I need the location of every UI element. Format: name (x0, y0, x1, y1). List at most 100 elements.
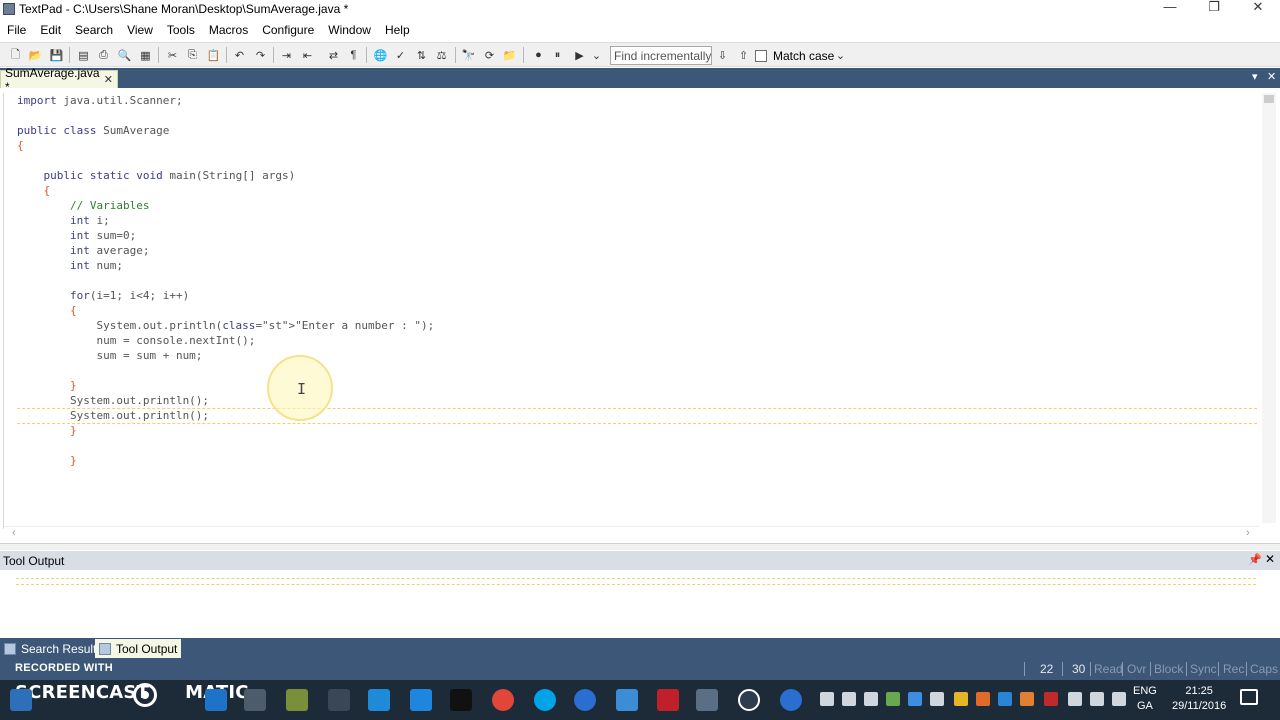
manage-files-icon[interactable]: ▦ (138, 48, 153, 62)
code-line[interactable] (17, 438, 1257, 453)
help-icon[interactable] (574, 689, 596, 711)
menu-configure[interactable]: Configure (255, 23, 321, 37)
compare-icon[interactable]: ⚖ (434, 48, 449, 62)
word-wrap-icon[interactable]: ⇄ (326, 48, 341, 62)
tray-icon[interactable] (842, 692, 856, 706)
code-line[interactable]: int i; (17, 213, 1257, 228)
restore-button[interactable]: ❐ (1192, 0, 1236, 17)
mcafee-icon[interactable] (657, 689, 679, 711)
photos-icon[interactable] (368, 689, 390, 711)
tray-icon[interactable] (930, 692, 944, 706)
print-icon[interactable]: ⎙ (96, 48, 111, 62)
system-clock[interactable]: 21:25 29/11/2016 (1172, 684, 1226, 714)
code-line[interactable]: import java.util.Scanner; (17, 93, 1257, 108)
tray-icon[interactable] (954, 692, 968, 706)
dropbox-icon[interactable] (410, 689, 432, 711)
menu-file[interactable]: File (0, 23, 33, 37)
close-document-icon[interactable]: ✕ (1267, 70, 1276, 83)
chrome-icon[interactable] (492, 689, 514, 711)
menu-window[interactable]: Window (321, 23, 378, 37)
edge-browser-icon[interactable] (205, 689, 227, 711)
indent-icon[interactable]: ⇥ (279, 48, 294, 62)
app-icon[interactable] (286, 689, 308, 711)
code-line[interactable]: { (17, 183, 1257, 198)
app-icon[interactable] (616, 689, 638, 711)
save-icon[interactable]: 💾 (49, 48, 64, 62)
scroll-left-icon[interactable]: ‹ (12, 527, 16, 539)
find-incrementally-input[interactable]: Find incrementally (610, 46, 712, 65)
code-line[interactable]: num = console.nextInt(); (17, 333, 1257, 348)
print-preview-icon[interactable]: 🔍 (117, 48, 132, 62)
code-line[interactable]: sum = sum + num; (17, 348, 1257, 363)
code-line[interactable]: } (17, 423, 1257, 438)
code-editor[interactable]: import java.util.Scanner; public class Su… (0, 89, 1280, 541)
pane-splitter[interactable] (0, 543, 1280, 550)
minimize-button[interactable]: — (1148, 0, 1192, 17)
skype-icon[interactable] (534, 689, 556, 711)
store-icon[interactable] (244, 689, 266, 711)
replace-icon[interactable]: ⟳ (482, 48, 497, 62)
app-icon[interactable] (328, 689, 350, 711)
code-line[interactable]: int average; (17, 243, 1257, 258)
browser-globe-icon[interactable]: 🌐 (373, 48, 388, 62)
close-button[interactable]: ✕ (1236, 0, 1280, 17)
code-line[interactable] (17, 108, 1257, 123)
scroll-right-icon[interactable]: › (1246, 527, 1250, 539)
sort-icon[interactable]: ⇅ (414, 48, 429, 62)
find-previous-up-icon[interactable]: ⇧ (736, 48, 751, 62)
tool-output-pane[interactable] (0, 570, 1280, 638)
code-line[interactable]: } (17, 378, 1257, 393)
code-line[interactable]: } (17, 453, 1257, 468)
record-macro-icon[interactable]: ● (531, 48, 546, 62)
tab-close-icon[interactable]: ✕ (104, 73, 113, 86)
play-macro-icon[interactable]: ▶ (572, 48, 587, 62)
tray-icon[interactable] (864, 692, 878, 706)
keyboard-icon[interactable] (1112, 692, 1126, 706)
show-paragraph-icon[interactable]: ¶ (346, 48, 361, 62)
tray-icon[interactable] (1044, 692, 1058, 706)
tray-icon[interactable] (908, 692, 922, 706)
tab-sumaverage-java[interactable]: SumAverage.java * ✕ (0, 66, 118, 94)
paste-icon[interactable]: 📋 (206, 48, 221, 62)
outdent-icon[interactable]: ⇤ (300, 48, 315, 62)
toolbar-overflow-icon[interactable]: ⌄ (833, 48, 848, 62)
code-line[interactable]: public static void main(String[] args) (17, 168, 1257, 183)
scrollbar-thumb[interactable] (1264, 95, 1274, 103)
recorder-icon[interactable] (738, 689, 760, 711)
textpad-taskbar-icon[interactable] (696, 689, 718, 711)
spelling-check-icon[interactable]: ✓ (393, 48, 408, 62)
menu-tools[interactable]: Tools (160, 23, 202, 37)
code-line[interactable] (17, 153, 1257, 168)
undo-icon[interactable]: ↶ (232, 48, 247, 62)
find-next-down-icon[interactable]: ⇩ (715, 48, 730, 62)
code-line[interactable]: { (17, 138, 1257, 153)
volume-icon[interactable] (1090, 692, 1104, 706)
code-line[interactable]: System.out.println(); (17, 393, 1257, 408)
tab-search-results[interactable]: Search Results (0, 639, 106, 658)
menu-macros[interactable]: Macros (202, 23, 255, 37)
code-line[interactable]: System.out.println(class="st">"Enter a n… (17, 318, 1257, 333)
toolbar-overflow-icon[interactable]: ⌄ (589, 48, 604, 62)
tray-icon[interactable] (1020, 692, 1034, 706)
code-line[interactable] (17, 273, 1257, 288)
menu-search[interactable]: Search (68, 23, 120, 37)
find-in-files-icon[interactable]: 📁 (502, 48, 517, 62)
new-file-icon[interactable]: 🗋 (8, 48, 23, 62)
code-text[interactable]: import java.util.Scanner; public class Su… (17, 93, 1257, 468)
help-icon[interactable] (780, 689, 802, 711)
open-folder-icon[interactable]: 📂 (28, 48, 43, 62)
code-line[interactable]: int sum=0; (17, 228, 1257, 243)
pause-macro-icon[interactable]: ⏸ (550, 48, 565, 62)
match-case-checkbox[interactable] (755, 50, 767, 62)
command-prompt-icon[interactable] (450, 689, 472, 711)
pin-icon[interactable]: 📌 (1248, 553, 1262, 566)
cut-icon[interactable]: ✂ (165, 48, 180, 62)
match-case-option[interactable]: Match case (755, 47, 834, 65)
code-line[interactable] (17, 363, 1257, 378)
input-language[interactable]: ENG GA (1133, 684, 1157, 714)
save-all-icon[interactable]: ▤ (76, 48, 91, 62)
close-panel-icon[interactable]: ✕ (1265, 552, 1275, 566)
tab-tool-output[interactable]: Tool Output (95, 639, 182, 658)
find-icon[interactable]: 🔭 (461, 48, 476, 62)
code-line[interactable]: for(i=1; i<4; i++) (17, 288, 1257, 303)
